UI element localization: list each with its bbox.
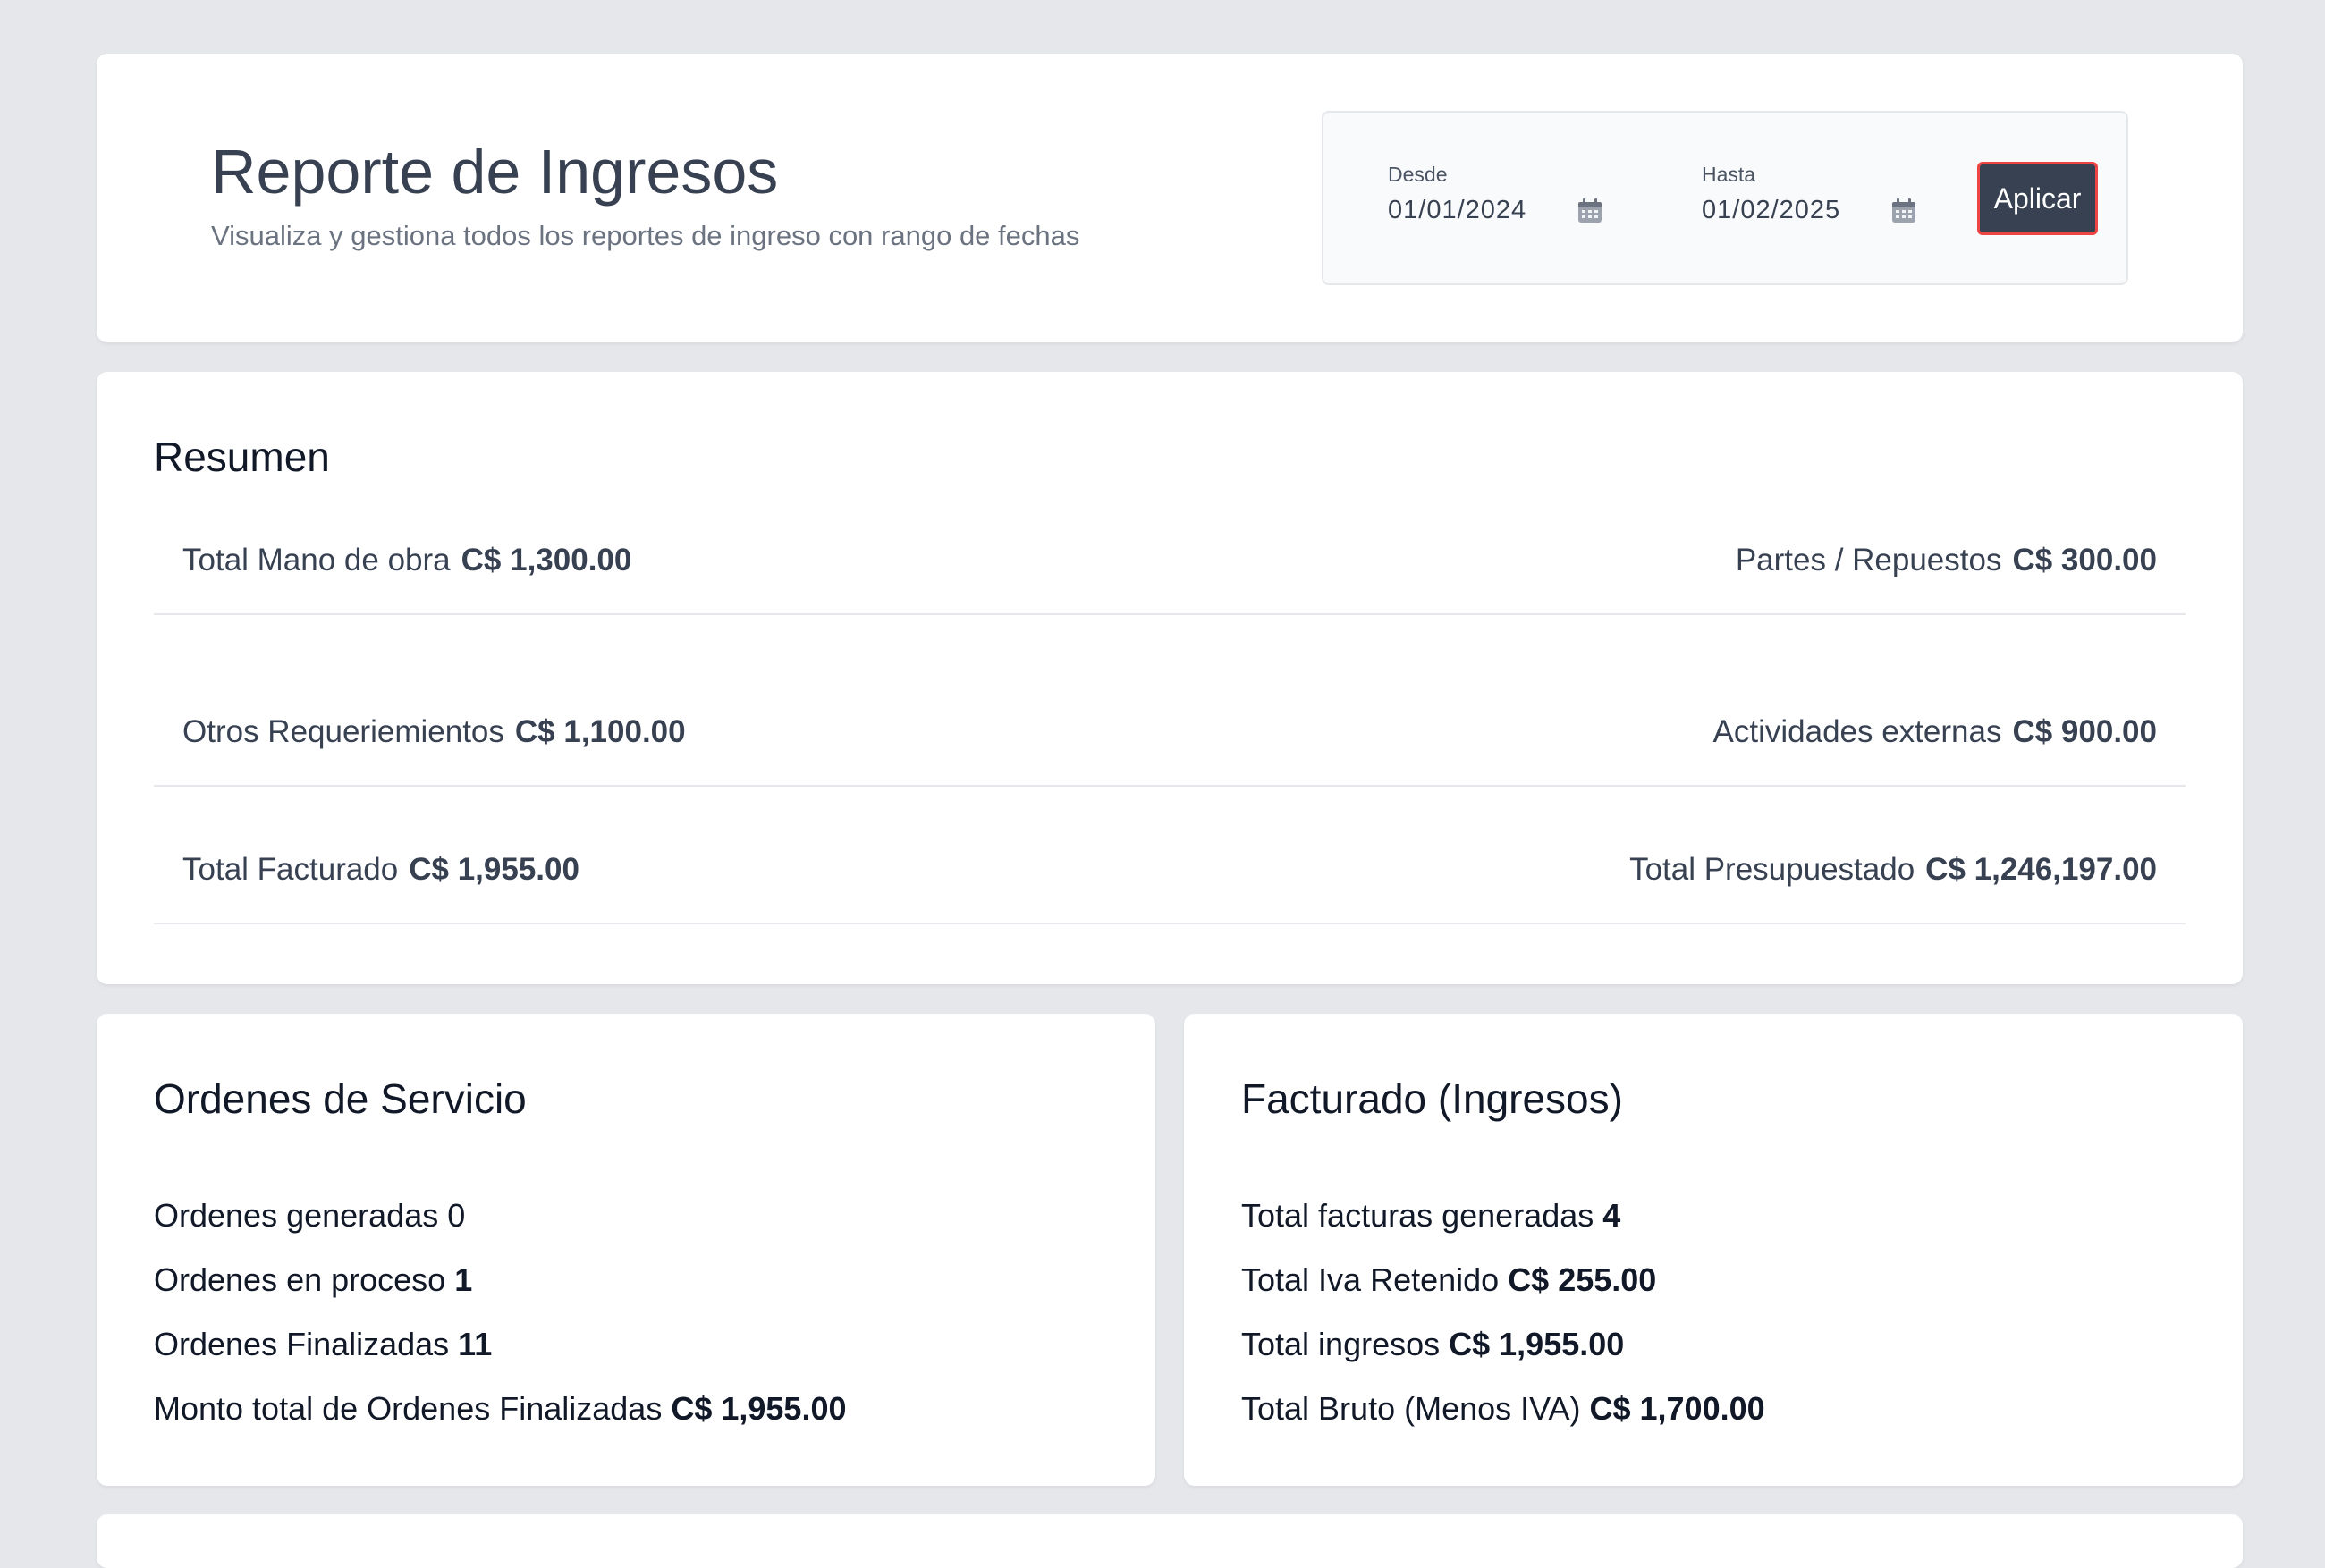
- stat-value: C$ 1,955.00: [671, 1390, 847, 1427]
- billing-stat: Total facturas generadas 4: [1241, 1184, 1765, 1248]
- billing-stat: Total ingresos C$ 1,955.00: [1241, 1312, 1765, 1377]
- stat-label: Monto total de Ordenes Finalizadas: [154, 1390, 663, 1427]
- stat-label: Ordenes Finalizadas: [154, 1326, 450, 1362]
- date-from-input[interactable]: 01/01/2024: [1388, 196, 1567, 225]
- summary-item-value: C$ 300.00: [2012, 543, 2157, 577]
- orders-stat: Ordenes generadas 0: [154, 1184, 846, 1248]
- stat-label: Total Iva Retenido: [1241, 1261, 1500, 1298]
- date-to-label: Hasta: [1702, 163, 1756, 186]
- stat-label: Ordenes generadas: [154, 1197, 439, 1234]
- summary-item: Total Presupuestado C$ 1,246,197.00: [1629, 852, 2157, 888]
- next-section-card: [97, 1514, 2243, 1568]
- stat-value: 1: [454, 1261, 473, 1298]
- stat-value: C$ 1,700.00: [1589, 1390, 1765, 1427]
- header-card: Reporte de Ingresos Visualiza y gestiona…: [97, 54, 2243, 342]
- summary-item-label: Total Mano de obra: [182, 543, 451, 577]
- summary-item-label: Otros Requeriemientos: [182, 714, 504, 749]
- stat-value: 0: [447, 1197, 466, 1234]
- apply-button[interactable]: Aplicar: [1977, 162, 2098, 235]
- billing-stats: Total facturas generadas 4 Total Iva Rete…: [1241, 1184, 1765, 1441]
- stat-label: Ordenes en proceso: [154, 1261, 446, 1298]
- stat-value: C$ 1,955.00: [1449, 1326, 1625, 1362]
- orders-title: Ordenes de Servicio: [154, 1075, 527, 1122]
- summary-row: Total Facturado C$ 1,955.00 Total Presupu…: [154, 817, 2186, 924]
- calendar-icon[interactable]: [1576, 197, 1604, 225]
- summary-item-label: Partes / Repuestos: [1735, 543, 2002, 577]
- summary-item-label: Total Facturado: [182, 852, 399, 887]
- page-title: Reporte de Ingresos: [211, 137, 779, 207]
- billing-title: Facturado (Ingresos): [1241, 1075, 1623, 1122]
- summary-row: Otros Requeriemientos C$ 1,100.00 Activid…: [154, 679, 2186, 787]
- date-from-field: Desde 01/01/2024: [1388, 163, 1604, 225]
- summary-row: Total Mano de obra C$ 1,300.00 Partes / R…: [154, 508, 2186, 615]
- stat-value: 11: [458, 1326, 493, 1362]
- date-to-input[interactable]: 01/02/2025: [1702, 196, 1881, 225]
- orders-stat: Ordenes en proceso 1: [154, 1248, 846, 1312]
- orders-stats: Ordenes generadas 0 Ordenes en proceso 1 O…: [154, 1184, 846, 1441]
- summary-item-value: C$ 1,300.00: [461, 543, 632, 577]
- stat-value: C$ 255.00: [1508, 1261, 1657, 1298]
- stat-label: Total facturas generadas: [1241, 1197, 1594, 1234]
- summary-item: Actividades externas C$ 900.00: [1713, 714, 2157, 750]
- summary-item-label: Total Presupuestado: [1629, 852, 1915, 887]
- summary-item-value: C$ 900.00: [2012, 714, 2157, 749]
- billing-card: Facturado (Ingresos) Total facturas gene…: [1184, 1014, 2243, 1486]
- date-from-label: Desde: [1388, 163, 1448, 186]
- stat-label: Total Bruto (Menos IVA): [1241, 1390, 1581, 1427]
- orders-stat: Monto total de Ordenes Finalizadas C$ 1,9…: [154, 1377, 846, 1441]
- summary-item-label: Actividades externas: [1712, 714, 2002, 749]
- summary-item: Total Mano de obra C$ 1,300.00: [182, 543, 631, 578]
- page-subtitle: Visualiza y gestiona todos los reportes …: [211, 220, 1080, 251]
- summary-item: Otros Requeriemientos C$ 1,100.00: [182, 714, 686, 750]
- billing-stat: Total Bruto (Menos IVA) C$ 1,700.00: [1241, 1377, 1765, 1441]
- summary-item: Total Facturado C$ 1,955.00: [182, 852, 579, 888]
- billing-stat: Total Iva Retenido C$ 255.00: [1241, 1248, 1765, 1312]
- summary-item-value: C$ 1,955.00: [409, 852, 579, 887]
- calendar-icon[interactable]: [1890, 197, 1918, 225]
- orders-card: Ordenes de Servicio Ordenes generadas 0 O…: [97, 1014, 1155, 1486]
- orders-stat: Ordenes Finalizadas 11: [154, 1312, 846, 1377]
- stat-value: 4: [1602, 1197, 1621, 1234]
- stat-label: Total ingresos: [1241, 1326, 1441, 1362]
- date-to-field: Hasta 01/02/2025: [1702, 163, 1918, 225]
- summary-card: Resumen Total Mano de obra C$ 1,300.00 Pa…: [97, 372, 2243, 984]
- summary-item-value: C$ 1,246,197.00: [1925, 852, 2157, 887]
- summary-title: Resumen: [154, 434, 330, 480]
- summary-item-value: C$ 1,100.00: [514, 714, 686, 749]
- summary-item: Partes / Repuestos C$ 300.00: [1736, 543, 2157, 578]
- date-range-filter: Desde 01/01/2024 Hasta 01/02/2025 Aplica…: [1322, 111, 2128, 285]
